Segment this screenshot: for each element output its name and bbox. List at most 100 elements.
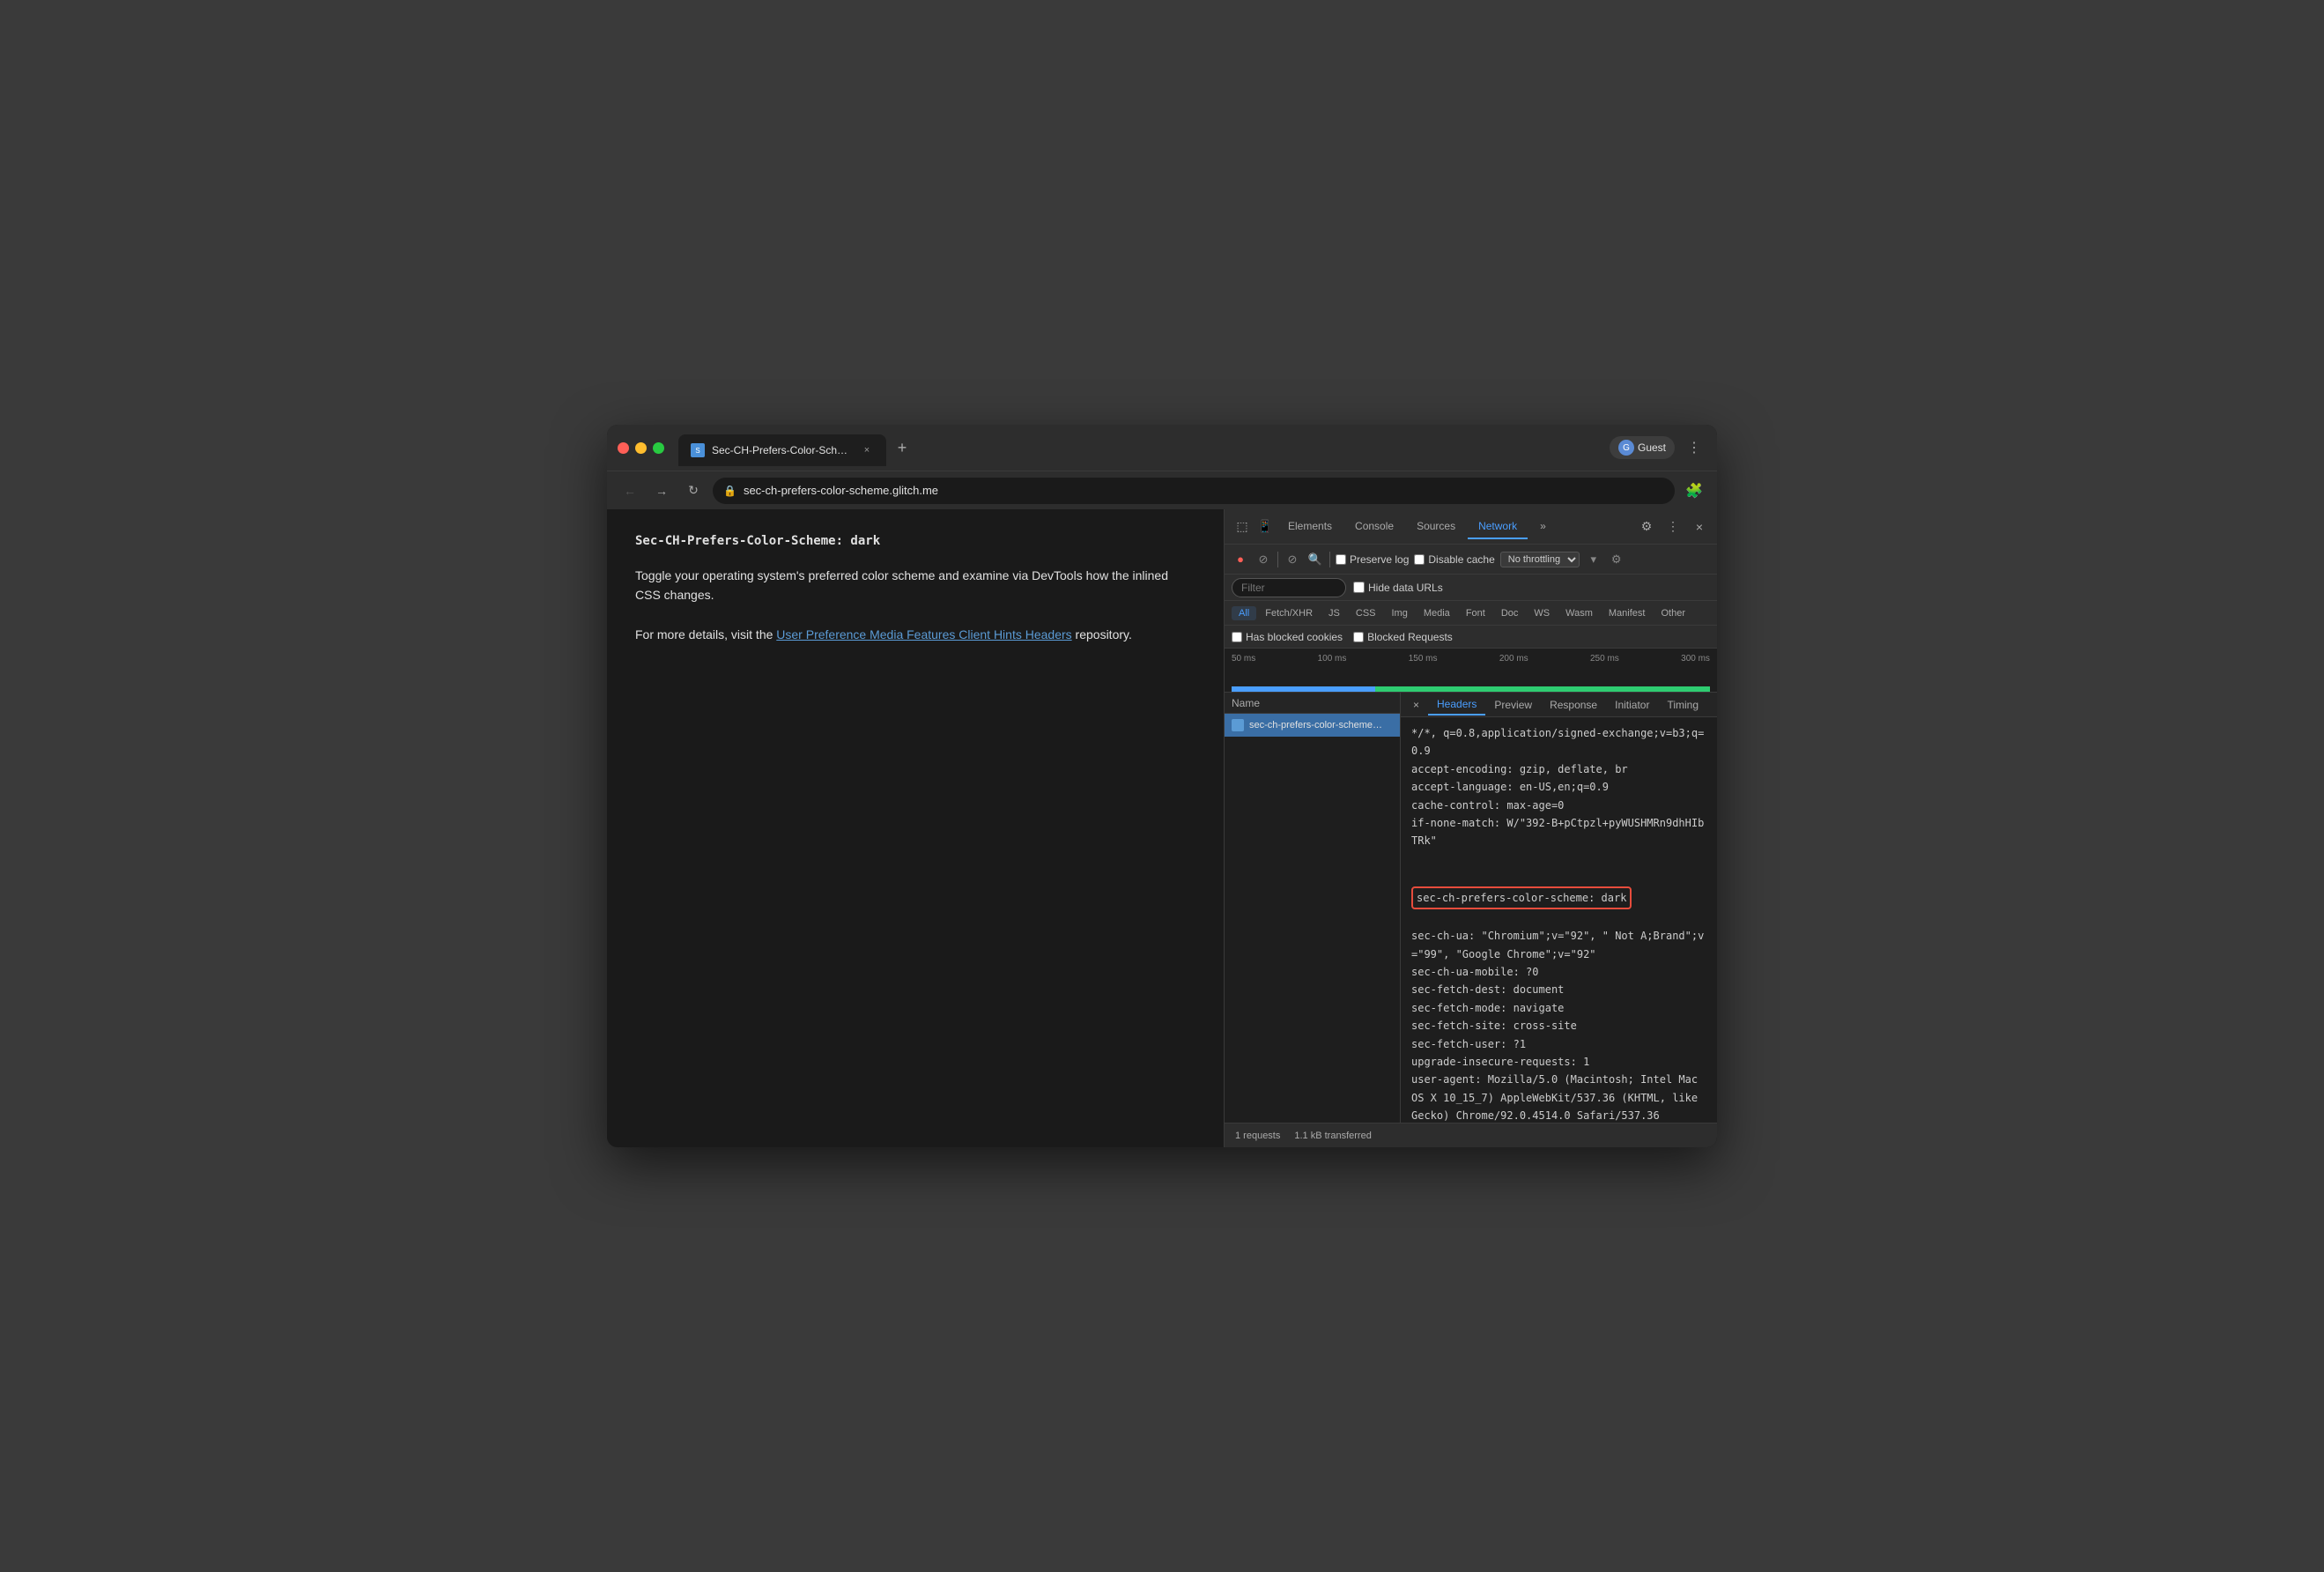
type-btn-all[interactable]: All (1232, 606, 1256, 620)
devtools-settings-icon[interactable]: ⚙ (1636, 516, 1657, 538)
disable-cache-input[interactable] (1414, 554, 1425, 565)
request-item[interactable]: sec-ch-prefers-color-scheme… (1225, 714, 1400, 737)
hide-data-urls-input[interactable] (1353, 582, 1365, 593)
detail-tab-close[interactable]: × (1404, 695, 1428, 715)
detail-tab-initiator[interactable]: Initiator (1606, 695, 1658, 715)
address-bar[interactable]: 🔒 sec-ch-prefers-color-scheme.glitch.me (713, 478, 1675, 504)
title-bar: S Sec-CH-Prefers-Color-Schem… × + G Gues… (607, 425, 1717, 471)
timeline-label-250: 250 ms (1590, 654, 1619, 664)
request-list-header: Name (1225, 693, 1400, 714)
throttle-down-icon[interactable]: ▾ (1585, 551, 1602, 568)
requests-count: 1 requests (1235, 1131, 1280, 1141)
type-btn-img[interactable]: Img (1385, 606, 1415, 620)
page-link[interactable]: User Preference Media Features Client Hi… (776, 627, 1071, 641)
type-btn-manifest[interactable]: Manifest (1602, 606, 1653, 620)
type-btn-media[interactable]: Media (1417, 606, 1457, 620)
type-btn-doc[interactable]: Doc (1494, 606, 1526, 620)
header-entry-8: sec-fetch-dest: document (1411, 981, 1706, 998)
page-body: Toggle your operating system's preferred… (635, 566, 1195, 645)
tab-network[interactable]: Network (1468, 515, 1528, 539)
type-btn-other[interactable]: Other (1654, 606, 1692, 620)
profile-icon: G (1618, 440, 1634, 456)
browser-window: S Sec-CH-Prefers-Color-Schem… × + G Gues… (607, 425, 1717, 1147)
profile-area[interactable]: G Guest (1610, 436, 1675, 459)
tab-elements[interactable]: Elements (1277, 515, 1343, 539)
preserve-log-input[interactable] (1336, 554, 1346, 565)
header-entry-10: sec-fetch-site: cross-site (1411, 1017, 1706, 1034)
type-btn-wasm[interactable]: Wasm (1558, 606, 1600, 620)
blocked-cookies-input[interactable] (1232, 632, 1242, 642)
disable-cache-checkbox[interactable]: Disable cache (1414, 553, 1494, 566)
devtools-close-icon[interactable]: × (1689, 516, 1710, 538)
toolbar-divider-2 (1329, 552, 1330, 567)
back-button[interactable]: ← (618, 478, 642, 503)
tab-close-button[interactable]: × (860, 443, 874, 457)
request-item-icon (1232, 719, 1244, 731)
network-timeline: 50 ms 100 ms 150 ms 200 ms 250 ms 300 ms (1225, 649, 1717, 693)
detail-pane[interactable]: × Headers Preview Response Initiator Tim… (1401, 693, 1717, 1123)
network-settings-icon[interactable]: ⚙ (1608, 551, 1625, 568)
transferred-size: 1.1 kB transferred (1294, 1131, 1371, 1141)
network-status-bar: 1 requests 1.1 kB transferred (1225, 1123, 1717, 1147)
devtools-cursor-icon[interactable]: ⬚ (1232, 516, 1253, 538)
tab-title: Sec-CH-Prefers-Color-Schem… (712, 444, 853, 456)
type-btn-font[interactable]: Font (1459, 606, 1492, 620)
preserve-log-checkbox[interactable]: Preserve log (1336, 553, 1409, 566)
main-content: Sec-CH-Prefers-Color-Scheme: dark Toggle… (607, 509, 1717, 1147)
header-entry-9: sec-fetch-mode: navigate (1411, 999, 1706, 1017)
timeline-labels: 50 ms 100 ms 150 ms 200 ms 250 ms 300 ms (1225, 654, 1717, 664)
timeline-label-200: 200 ms (1499, 654, 1528, 664)
type-btn-js[interactable]: JS (1321, 606, 1347, 620)
header-entry-2: accept-language: en-US,en;q=0.9 (1411, 778, 1706, 796)
header-entry-13: user-agent: Mozilla/5.0 (Macintosh; Inte… (1411, 1071, 1706, 1123)
network-split-pane: Name sec-ch-prefers-color-scheme… × Head… (1225, 693, 1717, 1123)
filter-row: Hide data URLs (1225, 575, 1717, 601)
refresh-button[interactable]: ↻ (681, 478, 706, 503)
page-text-2: For more details, visit the (635, 627, 773, 641)
lock-icon: 🔒 (723, 485, 736, 497)
record-button[interactable]: ● (1232, 551, 1249, 568)
detail-tab-response[interactable]: Response (1541, 695, 1606, 715)
detail-tab-preview[interactable]: Preview (1485, 695, 1541, 715)
webpage: Sec-CH-Prefers-Color-Scheme: dark Toggle… (607, 509, 1224, 1147)
devtools-panel: ⬚ 📱 Elements Console Sources Network » ⚙… (1224, 509, 1717, 1147)
more-options-button[interactable]: ⋮ (1682, 435, 1706, 460)
browser-tab[interactable]: S Sec-CH-Prefers-Color-Schem… × (678, 434, 886, 466)
type-btn-ws[interactable]: WS (1527, 606, 1557, 620)
timeline-bar (1232, 686, 1710, 692)
page-paragraph-1: Toggle your operating system's preferred… (635, 566, 1195, 605)
close-button[interactable] (618, 442, 629, 454)
devtools-mobile-icon[interactable]: 📱 (1255, 516, 1276, 538)
maximize-button[interactable] (653, 442, 664, 454)
profile-label: Guest (1638, 441, 1666, 454)
detail-tab-headers[interactable]: Headers (1428, 694, 1485, 716)
detail-tabs: × Headers Preview Response Initiator Tim… (1401, 693, 1717, 717)
detail-tab-timing[interactable]: Timing (1658, 695, 1707, 715)
extensions-button[interactable]: 🧩 (1682, 478, 1706, 503)
tab-sources[interactable]: Sources (1406, 515, 1466, 539)
minimize-button[interactable] (635, 442, 647, 454)
tab-console[interactable]: Console (1344, 515, 1404, 539)
devtools-header-right: ⚙ ⋮ × (1636, 516, 1710, 538)
type-btn-css[interactable]: CSS (1349, 606, 1383, 620)
network-toolbar: ● ⊘ ⊘ 🔍 Preserve log Disable cache No th… (1225, 545, 1717, 575)
forward-button[interactable]: → (649, 478, 674, 503)
header-entry-0: */*, q=0.8,application/signed-exchange;v… (1411, 724, 1706, 760)
search-button[interactable]: 🔍 (1306, 551, 1324, 568)
page-text-3: repository. (1076, 627, 1132, 641)
devtools-more-icon[interactable]: ⋮ (1662, 516, 1684, 538)
detail-content: */*, q=0.8,application/signed-exchange;v… (1401, 717, 1717, 1123)
filter-input[interactable] (1232, 578, 1346, 597)
filter-button[interactable]: ⊘ (1284, 551, 1301, 568)
blocked-requests-checkbox[interactable]: Blocked Requests (1353, 631, 1453, 643)
type-btn-fetch[interactable]: Fetch/XHR (1258, 606, 1320, 620)
new-tab-button[interactable]: + (890, 435, 914, 460)
blocked-cookies-checkbox[interactable]: Has blocked cookies (1232, 631, 1343, 643)
hide-data-urls-checkbox[interactable]: Hide data URLs (1353, 582, 1443, 594)
traffic-lights (618, 442, 664, 454)
tab-more[interactable]: » (1529, 515, 1557, 539)
throttle-select[interactable]: No throttling (1500, 552, 1580, 567)
blocked-requests-input[interactable] (1353, 632, 1364, 642)
address-text: sec-ch-prefers-color-scheme.glitch.me (744, 484, 938, 497)
clear-button[interactable]: ⊘ (1255, 551, 1272, 568)
